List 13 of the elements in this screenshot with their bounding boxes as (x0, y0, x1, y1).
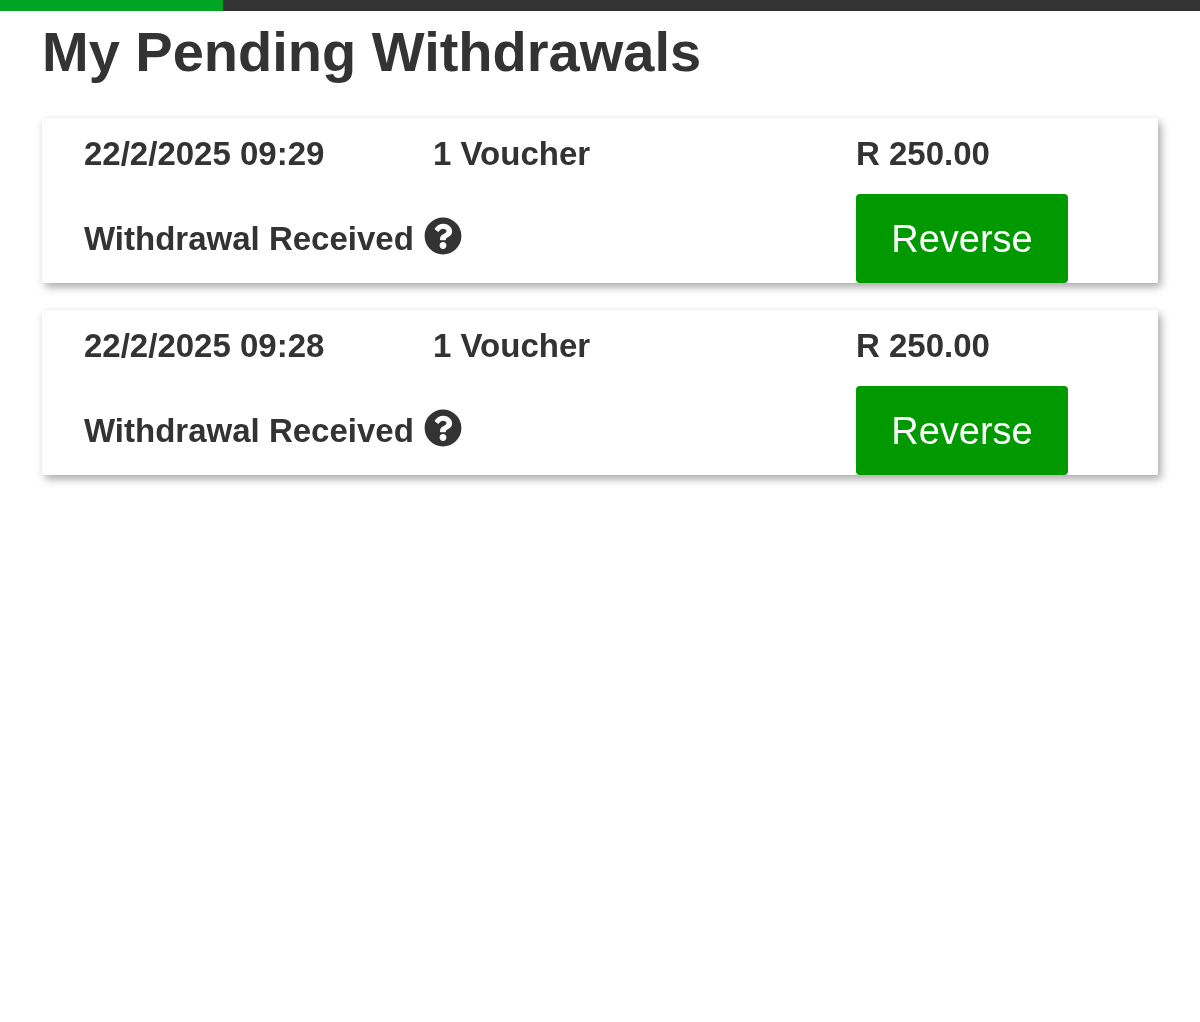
reverse-button[interactable]: Reverse (856, 194, 1068, 283)
voucher-count: 1 Voucher (433, 327, 591, 364)
withdrawal-status: Withdrawal Received (84, 412, 414, 449)
withdrawal-date: 22/2/2025 09:28 (84, 327, 325, 364)
withdrawal-amount: R 250.00 (856, 136, 990, 172)
withdrawal-date: 22/2/2025 09:29 (84, 135, 325, 172)
withdrawal-amount: R 250.00 (856, 328, 990, 364)
reverse-button[interactable]: Reverse (856, 386, 1068, 475)
help-icon[interactable] (423, 408, 462, 447)
voucher-count: 1 Voucher (433, 135, 591, 172)
help-icon[interactable] (423, 216, 462, 255)
withdrawal-status: Withdrawal Received (84, 220, 414, 257)
page-title: My Pending Withdrawals (42, 20, 702, 84)
